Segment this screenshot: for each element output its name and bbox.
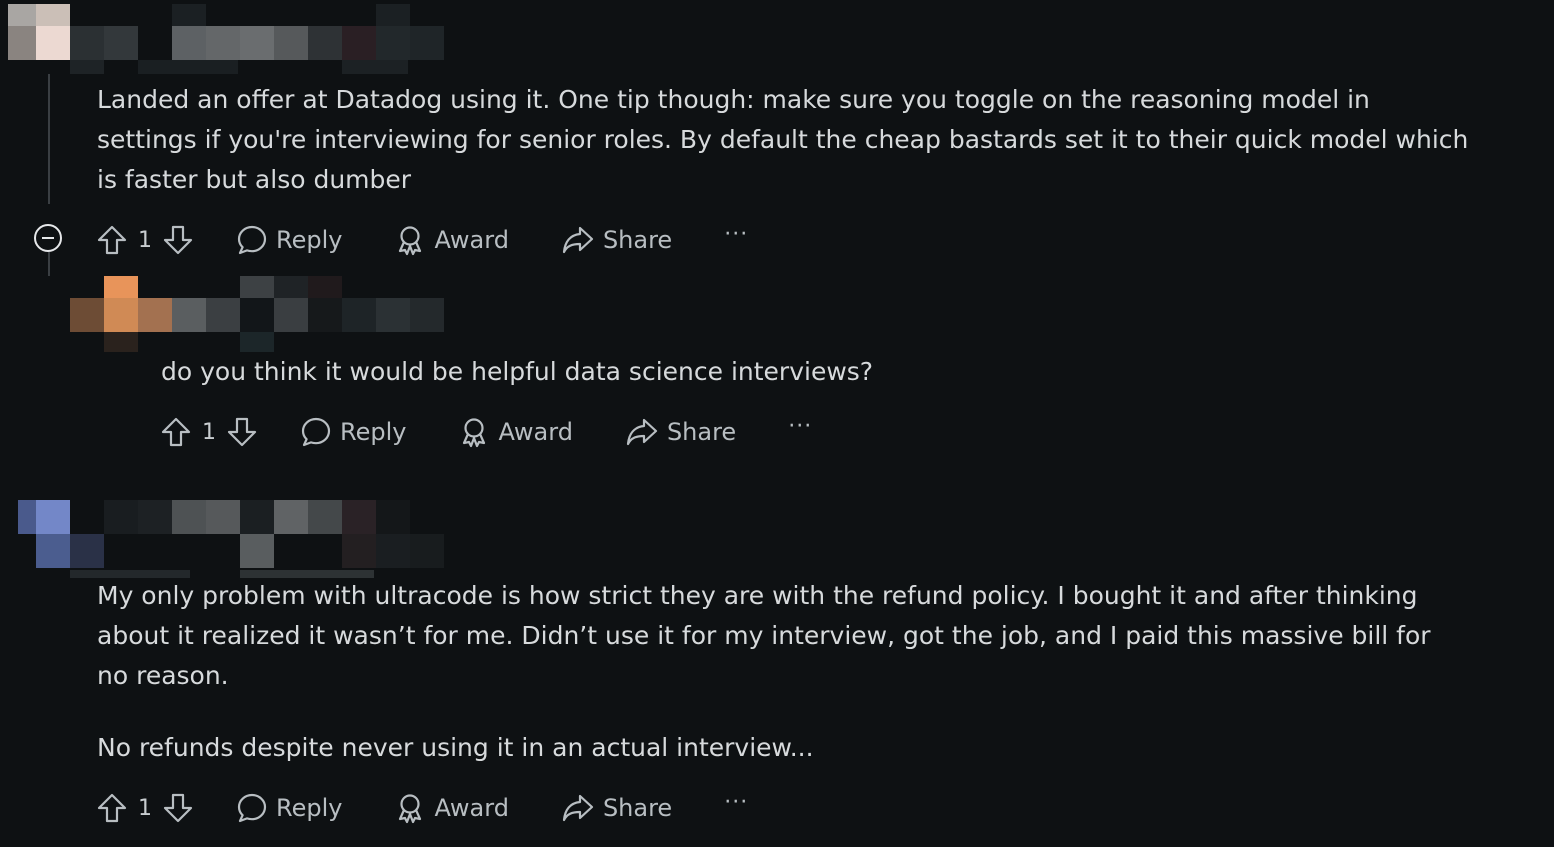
reply-button[interactable]: Reply: [300, 416, 406, 448]
award-button[interactable]: Award: [458, 416, 573, 448]
more-dots-icon: ···: [724, 221, 749, 247]
share-button[interactable]: Share: [561, 792, 672, 824]
reply-label: Reply: [276, 794, 343, 822]
comment-2-body: do you think it would be helpful data sc…: [161, 352, 1461, 392]
upvote-icon: [161, 417, 191, 447]
upvote-button[interactable]: [96, 224, 128, 256]
share-button[interactable]: Share: [625, 416, 736, 448]
more-dots-icon: ···: [724, 789, 749, 815]
comment-2-paragraph: do you think it would be helpful data sc…: [161, 357, 874, 386]
upvote-icon: [97, 793, 127, 823]
more-options-button[interactable]: ···: [724, 222, 748, 253]
comment-3-actions: 1 Reply Award Share ···: [96, 786, 748, 830]
comment-2-author-redacted: [70, 276, 450, 352]
comment-1-paragraph: Landed an offer at Datadog using it. One…: [97, 85, 1469, 194]
more-dots-icon: ···: [788, 413, 813, 439]
award-label: Award: [498, 418, 573, 446]
comment-3-body: My only problem with ultracode is how st…: [97, 576, 1457, 768]
comment-1-actions: 1 Reply Award Share ···: [96, 218, 748, 262]
comment-thread: Landed an offer at Datadog using it. One…: [0, 0, 1554, 847]
reply-label: Reply: [340, 418, 407, 446]
share-button[interactable]: Share: [561, 224, 672, 256]
share-arrow-icon: [626, 418, 658, 446]
reply-button[interactable]: Reply: [236, 792, 342, 824]
more-options-button[interactable]: ···: [724, 790, 748, 821]
comment-3-paragraph-1: My only problem with ultracode is how st…: [97, 581, 1431, 690]
award-ribbon-icon: [399, 226, 422, 256]
comment-bubble-icon: [237, 793, 267, 823]
comment-1-author-redacted: [8, 4, 448, 76]
upvote-button[interactable]: [96, 792, 128, 824]
award-button[interactable]: Award: [394, 792, 509, 824]
comment-bubble-icon: [237, 225, 267, 255]
award-button[interactable]: Award: [394, 224, 509, 256]
vote-count: 1: [202, 419, 216, 445]
downvote-icon: [227, 417, 257, 447]
downvote-icon: [163, 225, 193, 255]
downvote-icon: [163, 793, 193, 823]
vote-count: 1: [138, 227, 152, 253]
share-arrow-icon: [562, 794, 594, 822]
thread-line-1: [48, 74, 50, 204]
upvote-icon: [97, 225, 127, 255]
collapse-minus-icon: [42, 237, 54, 239]
comment-bubble-icon: [301, 417, 331, 447]
award-label: Award: [434, 794, 509, 822]
reply-label: Reply: [276, 226, 343, 254]
comment-3-paragraph-2: No refunds despite never using it in an …: [97, 733, 814, 762]
upvote-button[interactable]: [160, 416, 192, 448]
thread-line-connector: [48, 252, 50, 276]
comment-1-body: Landed an offer at Datadog using it. One…: [97, 80, 1477, 200]
share-label: Share: [602, 226, 673, 254]
downvote-button[interactable]: [162, 224, 194, 256]
collapse-thread-button[interactable]: [34, 224, 62, 252]
share-arrow-icon: [562, 226, 594, 254]
award-ribbon-icon: [399, 794, 422, 824]
downvote-button[interactable]: [226, 416, 258, 448]
reply-button[interactable]: Reply: [236, 224, 342, 256]
downvote-button[interactable]: [162, 792, 194, 824]
comment-2-actions: 1 Reply Award Share ···: [160, 410, 812, 454]
vote-count: 1: [138, 795, 152, 821]
more-options-button[interactable]: ···: [788, 414, 812, 445]
award-label: Award: [434, 226, 509, 254]
comment-3-author-redacted: [18, 500, 448, 578]
share-label: Share: [602, 794, 673, 822]
share-label: Share: [666, 418, 737, 446]
award-ribbon-icon: [463, 418, 486, 448]
